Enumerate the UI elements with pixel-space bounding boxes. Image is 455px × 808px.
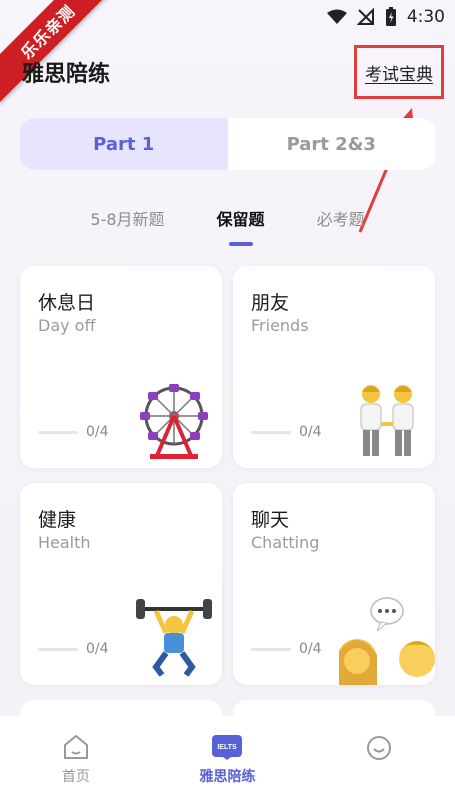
topic-title-en: Day off bbox=[38, 316, 96, 335]
topic-title-en: Health bbox=[38, 533, 91, 552]
topic-progress-text: 0/4 bbox=[299, 424, 322, 440]
no-signal-icon bbox=[356, 8, 374, 25]
tab-new-questions-label: 5-8月新题 bbox=[90, 210, 165, 229]
topic-progress-text: 0/4 bbox=[86, 424, 109, 440]
nav-home-label: 首页 bbox=[61, 769, 90, 785]
tab-part-1[interactable]: Part 1 bbox=[20, 118, 228, 170]
chat-people-icon bbox=[339, 597, 435, 685]
two-people-icon bbox=[360, 385, 414, 456]
exam-guide-link[interactable]: 考试宝典 bbox=[354, 45, 444, 99]
topic-card-health[interactable]: 健康 Health 0/4 bbox=[20, 483, 222, 685]
page-title: 雅思陪练 bbox=[22, 62, 111, 87]
tab-required-questions-label: 必考题 bbox=[316, 210, 365, 229]
home-icon bbox=[63, 735, 88, 759]
topic-progress-bar bbox=[38, 431, 78, 434]
topic-title-en: Chatting bbox=[251, 533, 320, 552]
ferris-wheel-icon bbox=[140, 384, 208, 459]
tab-required-questions[interactable]: 必考题 bbox=[317, 206, 365, 246]
topic-title-zh: 朋友 bbox=[251, 292, 290, 314]
nav-home[interactable]: 首页 bbox=[16, 734, 136, 808]
nav-profile[interactable] bbox=[319, 734, 439, 808]
topic-progress-text: 0/4 bbox=[86, 641, 109, 657]
question-category-tabs: 5-8月新题 保留题 必考题 bbox=[0, 206, 455, 246]
topic-card-chatting[interactable]: 聊天 Chatting 0/4 bbox=[233, 483, 435, 685]
ielts-icon-badge-text: IELTS bbox=[218, 744, 238, 751]
topic-title-en: Friends bbox=[251, 316, 309, 335]
part-switch: Part 1 Part 2&3 bbox=[20, 118, 435, 170]
topic-progress-bar bbox=[38, 648, 78, 651]
bottom-navigation: 首页 IELTS 雅思陪练 bbox=[0, 716, 455, 808]
topic-progress-bar bbox=[251, 648, 291, 651]
topic-card-day-off[interactable]: 休息日 Day off 0/4 bbox=[20, 266, 222, 468]
nav-ielts-practice[interactable]: IELTS 雅思陪练 bbox=[167, 734, 287, 808]
tab-part-2-3[interactable]: Part 2&3 bbox=[228, 118, 436, 170]
topic-progress-bar bbox=[251, 431, 291, 434]
tab-retained-questions[interactable]: 保留题 bbox=[217, 206, 265, 246]
status-time: 4:30 bbox=[406, 7, 445, 27]
exam-guide-label: 考试宝典 bbox=[365, 64, 433, 85]
tab-retained-questions-label: 保留题 bbox=[216, 210, 265, 229]
weightlifter-icon bbox=[136, 599, 212, 677]
topic-progress-text: 0/4 bbox=[299, 641, 322, 657]
ielts-icon: IELTS bbox=[212, 735, 243, 760]
topic-title-zh: 聊天 bbox=[251, 509, 290, 531]
wifi-icon bbox=[326, 9, 347, 24]
profile-icon bbox=[367, 736, 392, 760]
topic-card-friends[interactable]: 朋友 Friends 0/4 bbox=[233, 266, 435, 468]
active-tab-indicator bbox=[228, 242, 253, 246]
topic-title-zh: 休息日 bbox=[38, 292, 96, 314]
tab-new-questions[interactable]: 5-8月新题 bbox=[90, 206, 164, 246]
nav-ielts-label: 雅思陪练 bbox=[199, 769, 256, 785]
topic-title-zh: 健康 bbox=[38, 509, 77, 531]
battery-icon bbox=[385, 7, 396, 26]
